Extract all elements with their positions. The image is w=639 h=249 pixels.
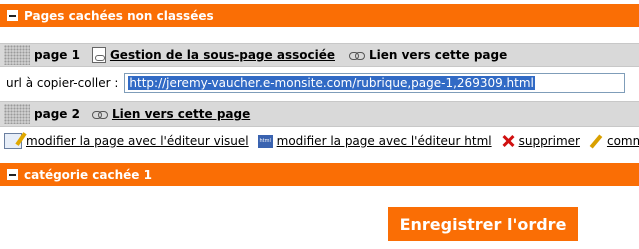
edit-visual-label[interactable]: modifier la page avec l'éditeur visuel	[26, 134, 249, 148]
category-title: catégorie cachée 1	[24, 167, 152, 182]
save-order-button[interactable]: Enregistrer l'ordre	[388, 207, 578, 241]
page-name: page 1	[34, 48, 80, 62]
link-icon	[348, 51, 365, 60]
collapse-icon[interactable]	[7, 10, 18, 21]
delete-action[interactable]: supprimer	[501, 134, 580, 148]
drag-handle-icon[interactable]	[4, 45, 30, 65]
delete-icon	[501, 134, 515, 148]
url-value: http://jeremy-vaucher.e-monsite.com/rubr…	[128, 76, 535, 90]
edit-visual-action[interactable]: modifier la page avec l'éditeur visuel	[0, 133, 249, 149]
html-editor-icon: html	[257, 134, 273, 148]
unclassified-pages-header: Pages cachées non classées	[0, 4, 639, 27]
page-name: page 2	[34, 107, 80, 121]
page-link[interactable]: Lien vers cette page	[112, 107, 250, 121]
manage-subpage-link[interactable]: Gestion de la sous-page associée	[110, 48, 335, 62]
edit-html-action[interactable]: html modifier la page avec l'éditeur htm…	[257, 134, 492, 148]
url-label: url à copier-coller :	[6, 76, 119, 90]
comment-pen-icon	[589, 134, 603, 148]
page-row-1[interactable]: page 1 Gestion de la sous-page associée …	[0, 43, 639, 67]
delete-label[interactable]: supprimer	[519, 134, 580, 148]
subpage-icon	[91, 47, 106, 63]
page-actions: modifier la page avec l'éditeur visuel h…	[0, 130, 639, 152]
edit-html-label[interactable]: modifier la page avec l'éditeur html	[277, 134, 492, 148]
url-row: url à copier-coller : http://jeremy-vauc…	[0, 72, 639, 94]
comment-action[interactable]: comme	[589, 134, 639, 148]
comment-label[interactable]: comme	[607, 134, 639, 148]
section-title: Pages cachées non classées	[24, 8, 214, 23]
link-icon	[91, 110, 108, 119]
collapse-icon[interactable]	[7, 169, 18, 180]
page-link[interactable]: Lien vers cette page	[369, 48, 507, 62]
hidden-category-header: catégorie cachée 1	[0, 163, 639, 186]
page-row-2[interactable]: page 2 Lien vers cette page	[0, 101, 639, 127]
url-input[interactable]: http://jeremy-vaucher.e-monsite.com/rubr…	[124, 73, 626, 93]
drag-handle-icon[interactable]	[4, 104, 30, 124]
edit-visual-icon	[4, 133, 22, 149]
